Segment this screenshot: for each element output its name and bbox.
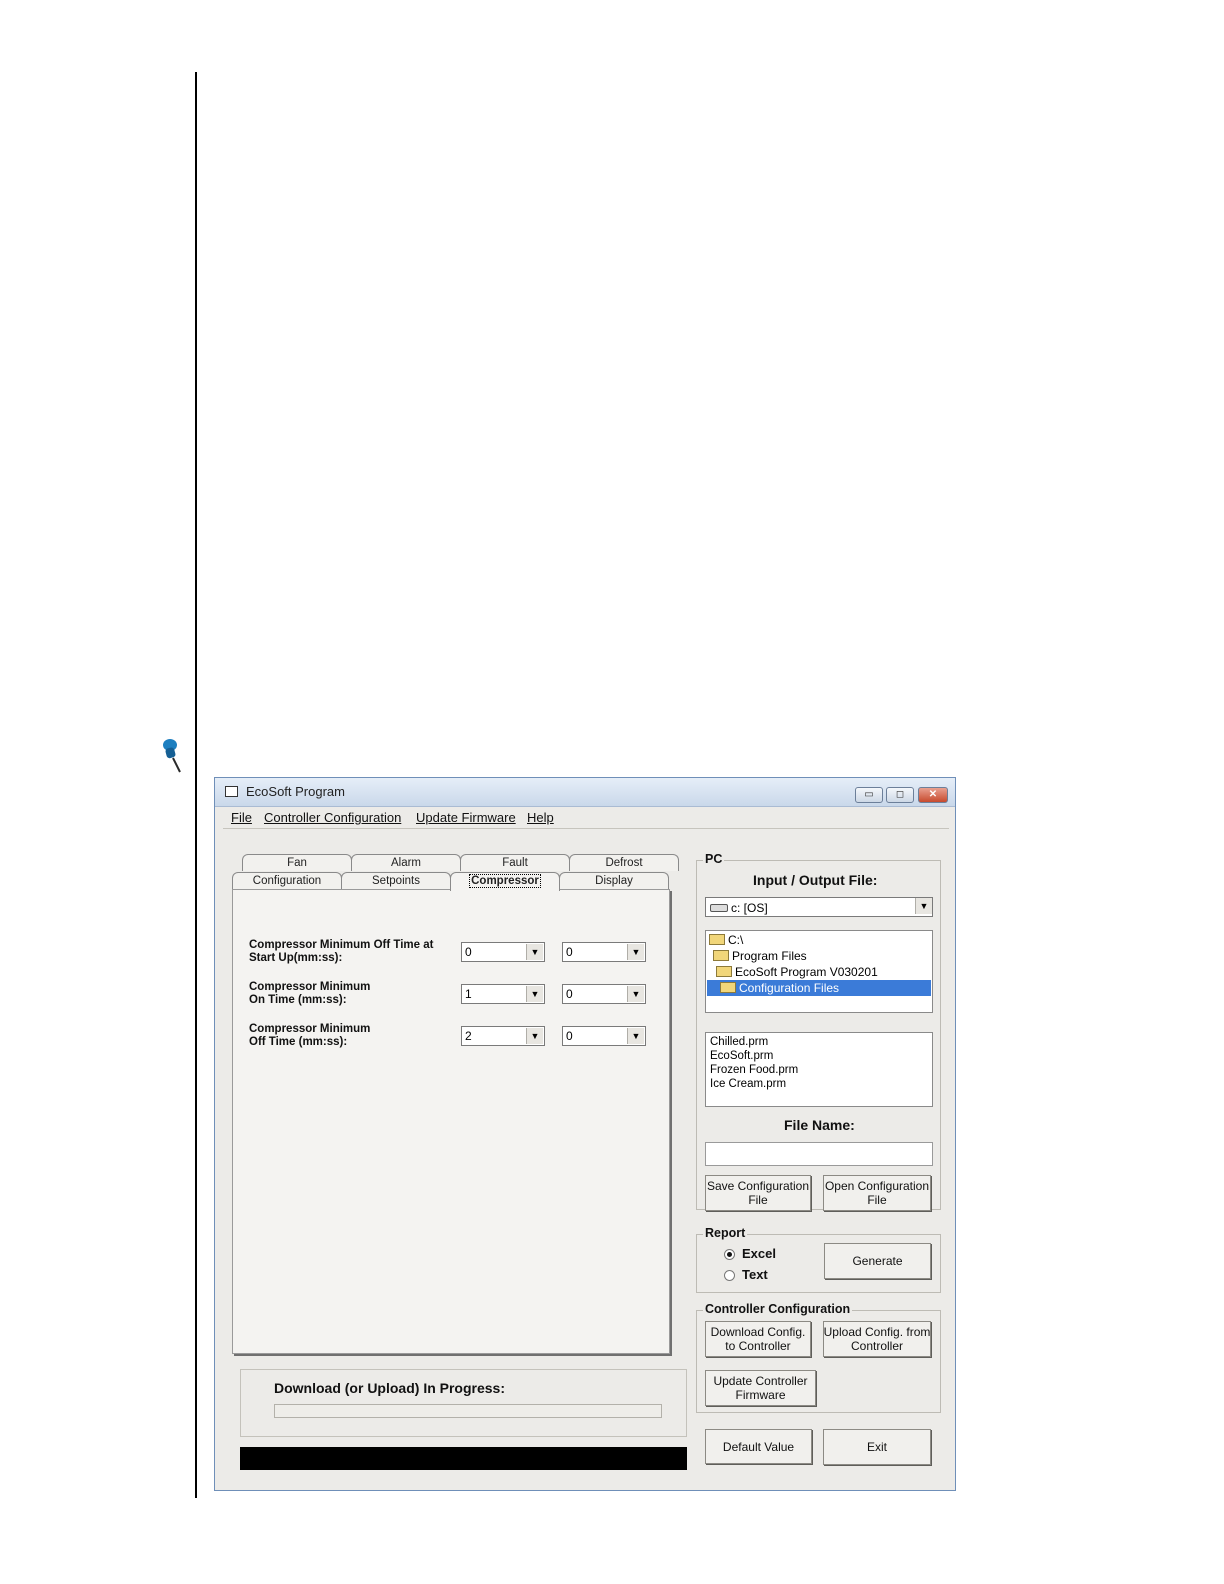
chevron-down-icon[interactable]: ▼ [915,898,932,914]
combo-value: 0 [566,987,573,1001]
io-file-heading: Input / Output File: [753,872,878,888]
directory-list[interactable]: C:\ Program Files EcoSoft Program V03020… [705,930,933,1013]
minimize-button[interactable]: ▭ [855,787,883,803]
min-off-startup-seconds-select[interactable]: 0 ▼ [562,942,646,962]
dir-item[interactable]: Program Files [713,948,807,964]
chevron-down-icon[interactable]: ▼ [526,986,543,1002]
title-bar[interactable]: EcoSoft Program ▭ ◻ ✕ [215,778,955,807]
file-name-input[interactable] [705,1142,933,1166]
menu-file[interactable]: File [231,810,252,825]
file-item[interactable]: EcoSoft.prm [710,1049,928,1063]
update-controller-firmware-button[interactable]: Update Controller Firmware [705,1370,816,1406]
chevron-down-icon[interactable]: ▼ [526,944,543,960]
report-group: Report Excel Text Generate [696,1226,941,1293]
dir-label: Configuration Files [739,981,840,995]
controller-config-title: Controller Configuration [703,1302,853,1316]
menu-help[interactable]: Help [527,810,554,825]
tab-compressor[interactable]: Compressor [450,872,560,891]
dir-item[interactable]: EcoSoft Program V030201 [716,964,878,980]
tab-configuration[interactable]: Configuration [232,872,342,889]
folder-icon [720,982,736,993]
chevron-down-icon[interactable]: ▼ [526,1028,543,1044]
tab-compressor-label: Compressor [469,874,541,888]
folder-icon [709,934,725,945]
drive-icon [710,904,728,912]
chevron-down-icon[interactable]: ▼ [627,1028,644,1044]
open-configuration-button[interactable]: Open Configuration File [823,1175,931,1211]
combo-value: 0 [566,945,573,959]
controller-config-group: Controller Configuration Download Config… [696,1302,941,1413]
app-icon [225,786,238,797]
progress-panel: Download (or Upload) In Progress: [240,1369,687,1437]
file-name-heading: File Name: [784,1117,855,1133]
min-off-time-minutes-select[interactable]: 2 ▼ [461,1026,545,1046]
tab-fault[interactable]: Fault [460,854,570,871]
dir-item[interactable]: C:\ [709,932,743,948]
min-off-time-label: Compressor Minimum Off Time (mm:ss): [249,1023,371,1048]
window-title: EcoSoft Program [246,784,345,799]
min-off-time-seconds-select[interactable]: 0 ▼ [562,1026,646,1046]
status-bar [240,1447,687,1470]
drive-select[interactable]: c: [OS] ▼ [705,897,933,917]
report-group-title: Report [703,1226,748,1240]
exit-button[interactable]: Exit [823,1429,931,1465]
min-off-startup-label: Compressor Minimum Off Time at Start Up(… [249,939,434,964]
radio-excel[interactable] [724,1249,735,1260]
pc-group-title: PC [703,852,725,866]
file-item[interactable]: Frozen Food.prm [710,1063,928,1077]
combo-value: 0 [566,1029,573,1043]
tab-defrost[interactable]: Defrost [569,854,679,871]
menu-bar: File Controller Configuration Update Fir… [223,808,949,829]
tab-display[interactable]: Display [559,872,669,889]
download-config-button[interactable]: Download Config. to Controller [705,1321,811,1357]
min-off-startup-minutes-select[interactable]: 0 ▼ [461,942,545,962]
pushpin-icon [163,739,181,773]
radio-text-label[interactable]: Text [742,1267,768,1282]
compressor-tab-panel: Compressor Minimum Off Time at Start Up(… [232,889,670,1354]
upload-config-button[interactable]: Upload Config. from Controller [823,1321,931,1357]
dir-label: C:\ [728,933,744,947]
default-value-button[interactable]: Default Value [705,1429,812,1464]
tab-setpoints[interactable]: Setpoints [341,872,451,889]
dir-label: EcoSoft Program V030201 [735,965,878,979]
combo-value: 2 [465,1029,472,1043]
min-on-time-label: Compressor Minimum On Time (mm:ss): [249,981,371,1006]
progress-label: Download (or Upload) In Progress: [274,1380,506,1396]
save-configuration-button[interactable]: Save Configuration File [705,1175,811,1211]
file-item[interactable]: Chilled.prm [710,1035,928,1049]
maximize-button[interactable]: ◻ [886,787,914,803]
radio-text[interactable] [724,1270,735,1281]
dir-item-selected[interactable]: Configuration Files [707,980,931,996]
min-on-time-minutes-select[interactable]: 1 ▼ [461,984,545,1004]
chevron-down-icon[interactable]: ▼ [627,986,644,1002]
pc-group: PC Input / Output File: c: [OS] ▼ C:\ Pr… [696,852,941,1211]
drive-value: c: [OS] [731,901,768,915]
generate-button[interactable]: Generate [824,1243,931,1279]
folder-icon [716,966,732,977]
ecosoft-window: EcoSoft Program ▭ ◻ ✕ File Controller Co… [214,777,956,1491]
min-on-time-seconds-select[interactable]: 0 ▼ [562,984,646,1004]
combo-value: 0 [465,945,472,959]
folder-icon [713,950,729,961]
combo-value: 1 [465,987,472,1001]
dir-label: Program Files [732,949,807,963]
file-list[interactable]: Chilled.prm EcoSoft.prm Frozen Food.prm … [705,1032,933,1107]
radio-excel-label[interactable]: Excel [742,1246,776,1261]
page-margin-rule [195,72,197,1498]
tab-fan[interactable]: Fan [242,854,352,871]
chevron-down-icon[interactable]: ▼ [627,944,644,960]
menu-update-firmware[interactable]: Update Firmware [416,810,516,825]
tab-alarm[interactable]: Alarm [351,854,461,871]
close-button[interactable]: ✕ [918,787,948,803]
menu-controller-configuration[interactable]: Controller Configuration [264,810,401,825]
progress-bar [274,1404,662,1418]
file-item[interactable]: Ice Cream.prm [710,1077,928,1091]
